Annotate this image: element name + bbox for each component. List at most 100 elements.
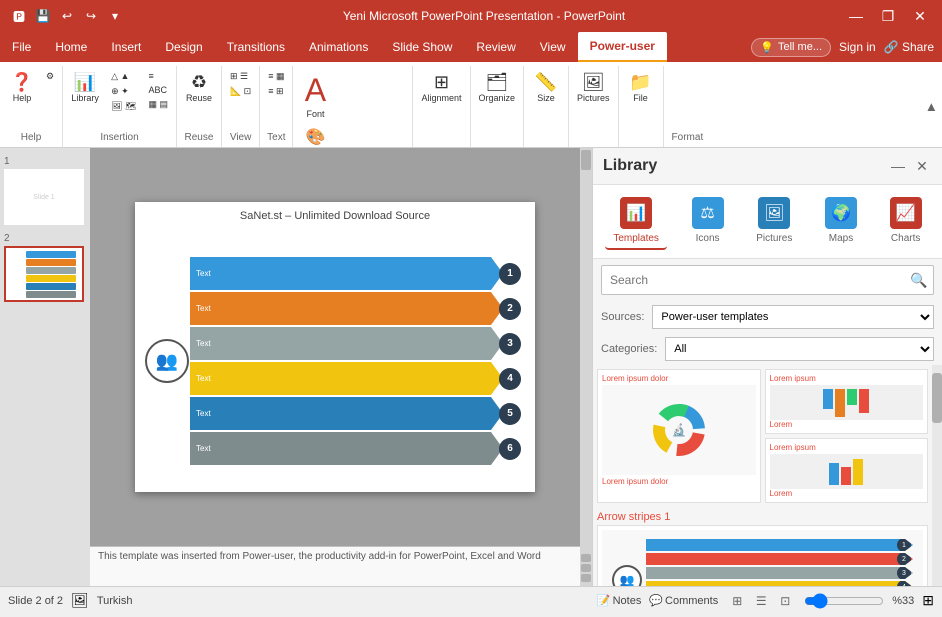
view-btn1[interactable]: ⊞ ☰ [226, 70, 255, 83]
tab-maps[interactable]: 🌍 Maps [817, 193, 865, 250]
templates-btn[interactable]: 📊 Library [67, 70, 103, 105]
arrow-diagram: 👥 Text 1 Text 2 [190, 238, 521, 484]
maximize-btn[interactable]: ❐ [874, 4, 902, 28]
template-card-tr[interactable]: Lorem ipsum Lorem [765, 369, 929, 434]
arrow-row-3: Text 3 [190, 327, 521, 360]
ribbon-group-view: ⊞ ☰ 📐 ⊡ View [222, 66, 260, 147]
reuse-btn[interactable]: ♻ Reuse [181, 70, 217, 105]
pictures-btn[interactable]: 🖼 🗺 [107, 100, 140, 113]
icons-btn[interactable]: ⊕ ✦ [107, 85, 140, 98]
normal-view-btn[interactable]: ⊞ [726, 590, 748, 612]
template-card-arrow-stripes[interactable]: 👥 1 2 3 [597, 525, 928, 586]
notes-btn[interactable]: 📝 Notes [597, 594, 641, 607]
shapes-btn[interactable]: △ ▲ [107, 70, 140, 83]
size-btn[interactable]: 📏 Size [528, 70, 564, 105]
library-filters: Sources: Power-user templates My templat… [593, 301, 942, 333]
organize-btn[interactable]: 🗂 Organize [475, 70, 520, 105]
save-btn[interactable]: 💾 [32, 5, 54, 27]
slide-thumb-1[interactable]: Slide 1 [4, 169, 84, 225]
undo-btn[interactable]: ↩ [56, 5, 78, 27]
language-label: Turkish [97, 595, 133, 607]
menu-insert[interactable]: Insert [99, 32, 153, 62]
menu-transitions[interactable]: Transitions [215, 32, 297, 62]
abc-btn[interactable]: ABC [144, 84, 172, 96]
library-close-btn[interactable]: ✕ [912, 156, 932, 176]
arrow-num-6: 6 [499, 438, 521, 460]
slide-info-icon[interactable]: 🖼 [71, 592, 89, 609]
library-minimize-btn[interactable]: — [888, 156, 908, 176]
alignment-btn[interactable]: ⊞ Alignment [417, 70, 465, 105]
library-scrollbar[interactable] [932, 365, 942, 586]
ribbon-group-font: A Font 🎨 Color [293, 66, 413, 147]
ribbon-group-insertion: 📊 Library △ ▲ ⊕ ✦ 🖼 🗺 ≡ ABC ▦ ▤ Insertio… [63, 66, 177, 147]
menu-animations[interactable]: Animations [297, 32, 380, 62]
organize-group-label [475, 141, 520, 147]
text-btn[interactable]: ▦ ▤ [144, 98, 172, 111]
tell-me-box[interactable]: 💡 Tell me... [751, 38, 831, 57]
mini-arrow-1: 1 [646, 539, 913, 551]
slide-title: SaNet.st – Unlimited Download Source [135, 202, 535, 226]
slide-canvas[interactable]: SaNet.st – Unlimited Download Source 👥 T… [135, 202, 535, 492]
arrow-text-6: Text [196, 444, 211, 453]
tab-templates[interactable]: 📊 Templates [605, 193, 667, 250]
zoom-slider[interactable] [804, 593, 884, 609]
reading-view-btn[interactable]: ⊡ [774, 590, 796, 612]
arrow-row-5: Text 5 [190, 397, 521, 430]
menu-design[interactable]: Design [153, 32, 214, 62]
comments-btn[interactable]: 💬 Comments [649, 594, 718, 607]
tab-icons[interactable]: ⚖ Icons [684, 193, 732, 250]
font-btn[interactable]: A Font [297, 70, 333, 121]
template-cards-right: Lorem ipsum Lorem [765, 369, 929, 503]
arrow-text-5: Text [196, 409, 211, 418]
chart-btn[interactable]: ≡ [144, 70, 172, 82]
help-btn[interactable]: ❓ Help [4, 70, 40, 105]
view-buttons: ⊞ ☰ ⊡ [726, 590, 796, 612]
alignment-group-label [417, 141, 465, 147]
mini-arrow-2: 2 [646, 553, 913, 565]
sources-select[interactable]: Power-user templates My templates Shared… [652, 305, 934, 329]
menu-slideshow[interactable]: Slide Show [380, 32, 464, 62]
menu-view[interactable]: View [528, 32, 578, 62]
menu-poweruser[interactable]: Power-user [578, 32, 667, 62]
library-content: Lorem ipsum dolor 🔬 [593, 365, 932, 586]
categories-label: Categories: [601, 343, 657, 355]
text-format-btn1[interactable]: ≡ ▦ [264, 70, 288, 83]
canvas-wrapper: SaNet.st – Unlimited Download Source 👥 T… [90, 148, 592, 586]
categories-select[interactable]: All Business Data [665, 337, 934, 361]
organize-label: Organize [479, 93, 516, 103]
title-bar: 🅿 💾 ↩ ↪ ▾ Yeni Microsoft PowerPoint Pres… [0, 0, 942, 32]
canvas-vscroll[interactable] [580, 148, 592, 586]
file-btn[interactable]: 📁 File [623, 70, 659, 105]
minimize-btn[interactable]: — [842, 4, 870, 28]
template-preview-tr [770, 385, 924, 420]
library-header-buttons: — ✕ [888, 156, 932, 176]
signin-btn[interactable]: Sign in [839, 40, 876, 54]
slide-sorter-btn[interactable]: ☰ [750, 590, 772, 612]
ribbon-scroll-up[interactable]: ▲ [925, 99, 938, 114]
slide-thumb-2[interactable] [4, 246, 84, 302]
mini-arrows: 1 2 3 4 5 [646, 538, 913, 586]
pictures-tab-label: Pictures [756, 233, 792, 244]
text-format-btn2[interactable]: ≡ ⊞ [264, 85, 288, 98]
menu-home[interactable]: Home [43, 32, 99, 62]
view-btn2[interactable]: 📐 ⊡ [226, 85, 255, 98]
search-input[interactable] [602, 269, 905, 291]
notes-area: This template was inserted from Power-us… [90, 546, 592, 586]
close-btn[interactable]: ✕ [906, 4, 934, 28]
template-card-featured[interactable]: Lorem ipsum dolor 🔬 [597, 369, 761, 503]
more-qa-btn[interactable]: ▾ [104, 5, 126, 27]
tab-charts[interactable]: 📈 Charts [882, 193, 930, 250]
search-button[interactable]: 🔍 [905, 266, 933, 294]
pictures-btn2[interactable]: 🖼 Pictures [573, 70, 614, 105]
template-card-br[interactable]: Lorem ipsum Lorem [765, 438, 929, 503]
menu-file[interactable]: File [0, 32, 43, 62]
share-btn[interactable]: 🔗 Share [884, 40, 934, 54]
menu-review[interactable]: Review [464, 32, 527, 62]
library-header: Library — ✕ [593, 148, 942, 185]
tab-pictures[interactable]: 🖼 Pictures [748, 193, 800, 250]
arrow-row-2: Text 2 [190, 292, 521, 325]
powerpoint-icon[interactable]: 🅿 [8, 5, 30, 27]
fit-to-window-btn[interactable]: ⊞ [922, 592, 934, 609]
settings-btn[interactable]: ⚙ [42, 70, 58, 83]
redo-btn[interactable]: ↪ [80, 5, 102, 27]
